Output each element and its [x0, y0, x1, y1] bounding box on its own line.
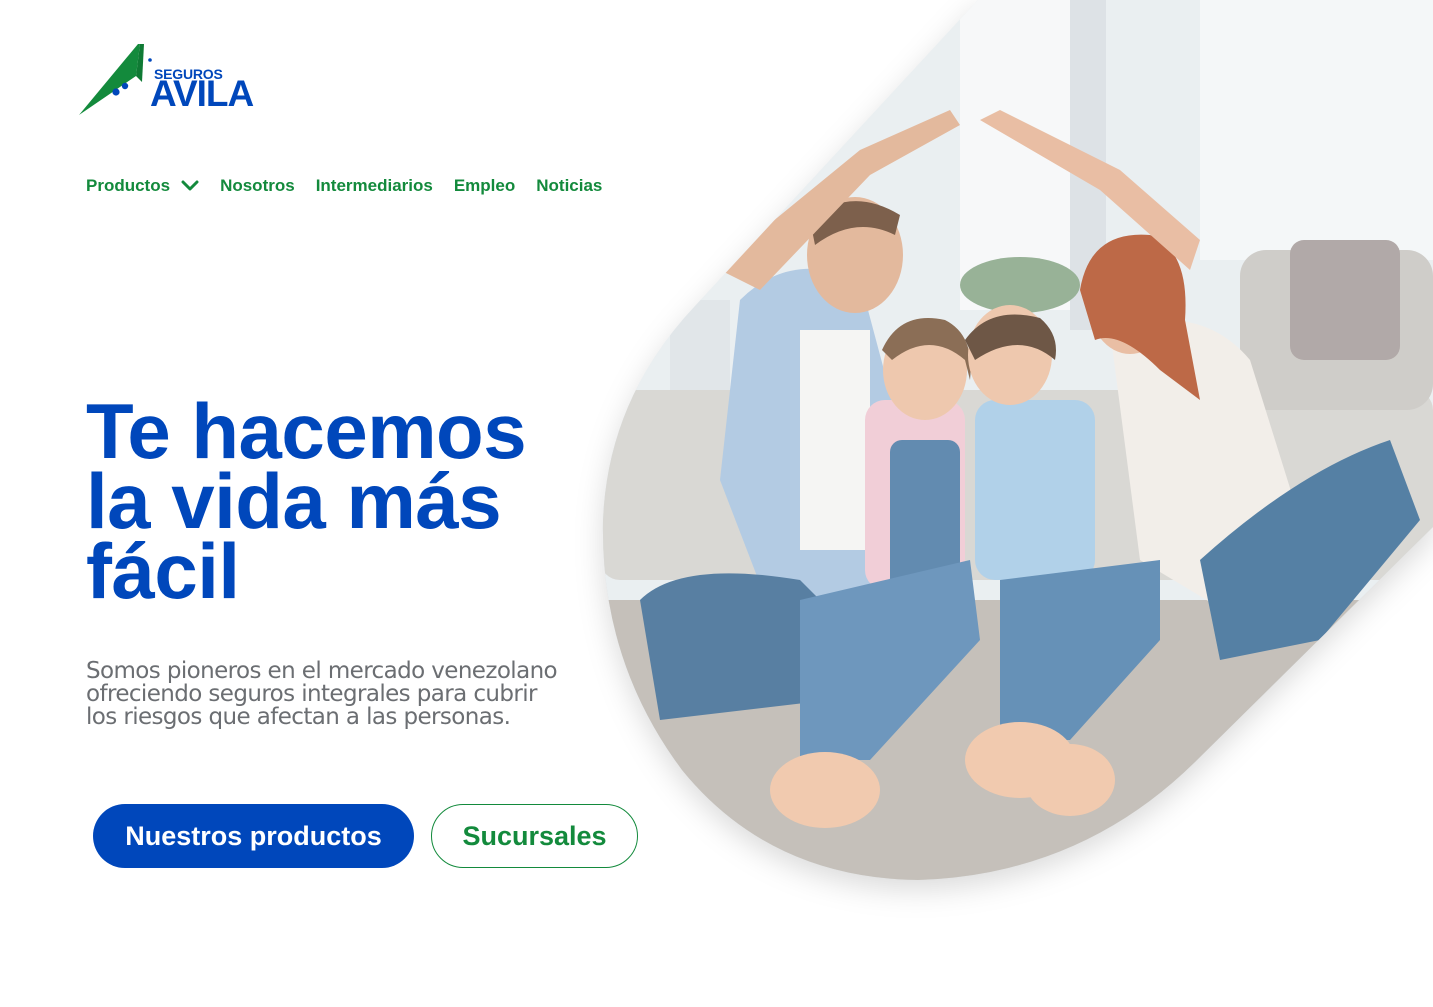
nav-item-empleo[interactable]: Empleo [454, 176, 515, 196]
nav-item-label: Productos [86, 176, 171, 195]
nav-item-nosotros[interactable]: Nosotros [220, 176, 295, 196]
nav-item-label: Intermediarios [315, 176, 433, 195]
hero-family-image [600, 0, 1433, 900]
hero-headline: Te hacemos la vida más fácil [86, 392, 606, 610]
logo[interactable]: SEGUROS AVILA [78, 42, 268, 118]
hero-subtext: Somos pioneros en el mercado venezolano … [86, 660, 606, 729]
nav-item-label: Noticias [536, 176, 603, 195]
family-illustration [600, 0, 1433, 900]
nav-item-label: Nosotros [220, 176, 295, 195]
hero-image-container [600, 0, 1433, 900]
headline-line: fácil [86, 527, 240, 615]
logo-text-big: AVILA [150, 73, 254, 114]
nuestros-productos-button[interactable]: Nuestros productos [93, 804, 414, 868]
logo-mark-icon [79, 44, 152, 115]
nav-item-label: Empleo [453, 176, 516, 195]
subtext-line: los riesgos que afectan a las personas. [86, 704, 511, 730]
nav-item-intermediarios[interactable]: Intermediarios [316, 176, 433, 196]
nav-item-noticias[interactable]: Noticias [536, 176, 602, 196]
nav-item-productos[interactable]: Productos [86, 176, 199, 196]
main-nav: Productos Nosotros Intermediarios Empleo… [86, 176, 602, 196]
chevron-down-icon[interactable] [181, 180, 199, 192]
